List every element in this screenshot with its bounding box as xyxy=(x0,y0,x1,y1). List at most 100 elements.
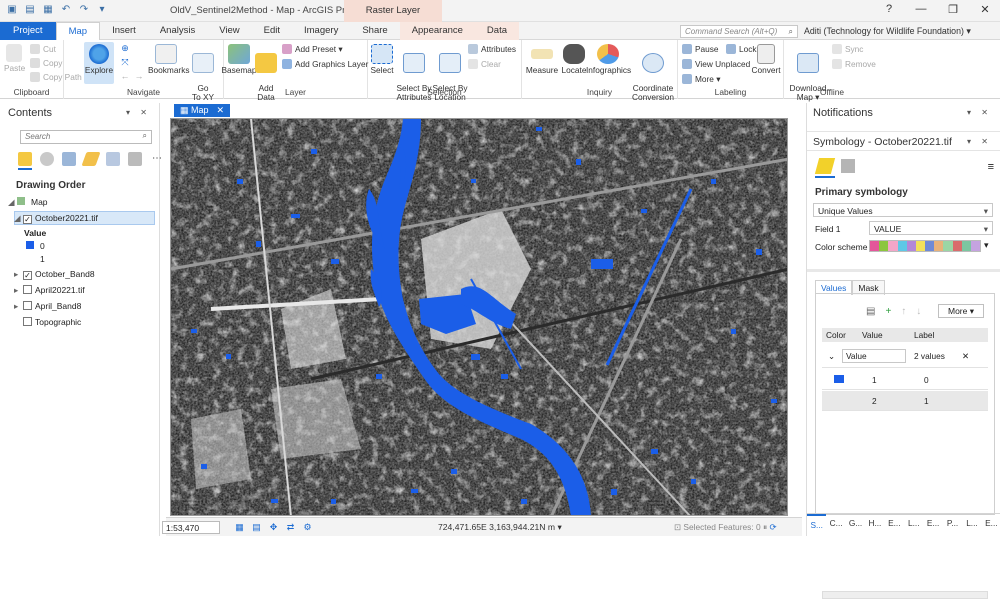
cut-button[interactable]: Cut xyxy=(30,44,56,54)
minimize-button[interactable]: — xyxy=(914,3,928,16)
move-down-icon[interactable]: ↓ xyxy=(916,306,921,317)
infographics-button[interactable]: Infographics xyxy=(586,44,631,75)
right-pane-tab[interactable]: G... xyxy=(846,514,865,532)
add-preset-button[interactable]: Add Preset ▾ xyxy=(282,44,343,54)
sync-button[interactable]: Sync xyxy=(832,44,863,54)
undo-icon[interactable]: ↶ xyxy=(60,4,72,16)
coordinate-readout[interactable]: 724,471.65E 3,163,944.21N m ▾ xyxy=(438,522,562,533)
help-icon[interactable]: ? xyxy=(882,3,896,16)
symbol-swatch[interactable] xyxy=(834,375,844,383)
legend-item-0[interactable]: 0 xyxy=(26,241,45,251)
clear-selection-button[interactable]: Clear xyxy=(468,59,501,69)
tab-project[interactable]: Project xyxy=(0,22,56,40)
row-label[interactable]: 0 xyxy=(924,375,929,385)
pause-labeling-button[interactable]: Pause xyxy=(682,44,719,54)
splitter[interactable] xyxy=(807,269,1000,272)
contents-search-input[interactable]: Search ⌕ xyxy=(20,130,152,144)
remove-group-icon[interactable]: ✕ xyxy=(962,351,969,361)
restore-button[interactable]: ❐ xyxy=(946,3,960,16)
map-node[interactable]: ◢ Map xyxy=(8,197,48,208)
next-extent-icon[interactable]: → xyxy=(132,72,146,81)
values-more-button[interactable]: More ▾ xyxy=(938,304,984,318)
layer-visibility-checkbox[interactable]: ✓ xyxy=(23,215,32,224)
chevron-down-icon[interactable]: ▾ xyxy=(984,240,989,251)
tab-edit[interactable]: Edit xyxy=(252,22,292,40)
new-project-icon[interactable]: ▣ xyxy=(6,4,18,16)
field1-dropdown[interactable]: VALUE ▾ xyxy=(869,221,993,235)
full-extent-icon[interactable]: ⊕ xyxy=(118,44,132,53)
primary-symbology-tab-icon[interactable] xyxy=(814,158,836,174)
add-values-icon[interactable]: ▤ xyxy=(866,306,875,317)
navigation-icon[interactable]: ⇄ xyxy=(285,522,296,532)
map-view-tab[interactable]: ▦ Map ✕ xyxy=(174,104,231,117)
fixed-zoom-icon[interactable]: ⤧ xyxy=(118,58,132,67)
values-group-row[interactable]: ⌄ Value 2 values ✕ xyxy=(822,346,988,368)
renderer-dropdown[interactable]: Unique Values ▾ xyxy=(813,203,993,217)
right-pane-tab[interactable]: L... xyxy=(962,514,981,532)
layer-visibility-checkbox[interactable] xyxy=(23,301,32,310)
refresh-settings-icon[interactable]: ⚙ xyxy=(302,522,313,532)
right-pane-tab[interactable]: P... xyxy=(943,514,962,532)
symbology-pane-controls[interactable]: ▾ ✕ xyxy=(967,137,992,146)
previous-extent-icon[interactable]: ← xyxy=(118,72,132,81)
grid-icon[interactable]: ▤ xyxy=(251,522,262,532)
right-pane-tab[interactable]: S... xyxy=(807,514,827,532)
tab-insert[interactable]: Insert xyxy=(100,22,148,40)
tab-appearance[interactable]: Appearance xyxy=(399,22,475,40)
right-pane-tab[interactable]: C... xyxy=(826,514,845,532)
layer-visibility-checkbox[interactable] xyxy=(23,285,32,294)
satellite-raster-map[interactable] xyxy=(171,119,788,516)
tab-analysis[interactable]: Analysis xyxy=(148,22,207,40)
add-icon[interactable]: + xyxy=(885,306,891,317)
right-pane-tab[interactable]: H... xyxy=(865,514,884,532)
layer-topographic[interactable]: Topographic xyxy=(14,317,81,327)
notifications-pane-controls[interactable]: ▾ ✕ xyxy=(967,108,992,117)
right-pane-tab[interactable]: E... xyxy=(923,514,942,532)
bookmarks-button[interactable]: Bookmarks xyxy=(148,44,190,75)
customize-qat-icon[interactable]: ▾ xyxy=(96,4,108,16)
list-by-selection-icon[interactable] xyxy=(62,152,76,166)
labeling-more-button[interactable]: More ▾ xyxy=(682,74,720,84)
layer-visibility-checkbox[interactable]: ✓ xyxy=(23,271,32,280)
save-icon[interactable]: ▦ xyxy=(42,4,54,16)
layer-october-band8[interactable]: ▸ ✓ October_Band8 xyxy=(14,269,95,280)
explore-button[interactable]: Explore xyxy=(84,42,114,84)
tab-data[interactable]: Data xyxy=(474,22,519,40)
coordinate-unit-dropdown[interactable]: ▾ xyxy=(557,522,561,532)
open-icon[interactable]: ▤ xyxy=(24,4,36,16)
close-button[interactable]: ✕ xyxy=(978,3,992,16)
symbology-effects-tab-icon[interactable] xyxy=(841,159,855,173)
legend-item-1[interactable]: 1 xyxy=(40,254,45,264)
chevron-down-icon[interactable]: ⌄ xyxy=(828,351,835,361)
tab-imagery[interactable]: Imagery xyxy=(292,22,350,40)
attributes-button[interactable]: Attributes xyxy=(468,44,516,54)
basemap-button[interactable]: Basemap xyxy=(220,44,258,75)
snapping-icon[interactable]: ▦ xyxy=(234,522,245,532)
copy-button[interactable]: Copy xyxy=(30,58,62,68)
pan-icon[interactable]: ✥ xyxy=(268,522,279,532)
convert-button[interactable]: Convert xyxy=(750,44,782,75)
remove-button[interactable]: Remove xyxy=(832,59,876,69)
more-options-icon[interactable]: ⋯ xyxy=(150,152,164,166)
row-label[interactable]: 1 xyxy=(924,396,929,406)
tab-map[interactable]: Map xyxy=(55,22,101,40)
table-row[interactable]: 2 1 xyxy=(822,391,988,411)
layer-visibility-checkbox[interactable] xyxy=(23,317,32,326)
measure-button[interactable]: Measure xyxy=(524,44,560,75)
refresh-icon[interactable]: ⟳ xyxy=(767,522,776,532)
add-graphics-layer-button[interactable]: Add Graphics Layer xyxy=(282,59,368,69)
view-unplaced-button[interactable]: View Unplaced xyxy=(682,59,750,69)
command-search-input[interactable]: Command Search (Alt+Q) ⌕ xyxy=(680,25,798,38)
right-pane-tab[interactable]: L... xyxy=(904,514,923,532)
layer-april-band8[interactable]: ▸ April_Band8 xyxy=(14,301,81,312)
list-by-labeling-icon[interactable] xyxy=(128,152,142,166)
map-canvas[interactable] xyxy=(170,118,788,516)
list-by-source-icon[interactable] xyxy=(40,152,54,166)
select-button[interactable]: Select xyxy=(370,44,394,75)
user-account-menu[interactable]: Aditi (Technology for Wildlife Foundatio… xyxy=(804,26,971,37)
redo-icon[interactable]: ↷ xyxy=(78,4,90,16)
list-by-editing-icon[interactable] xyxy=(81,152,101,166)
close-icon[interactable]: ✕ xyxy=(217,105,225,115)
move-up-icon[interactable]: ↑ xyxy=(901,306,906,317)
group-field-box[interactable]: Value xyxy=(842,349,906,363)
